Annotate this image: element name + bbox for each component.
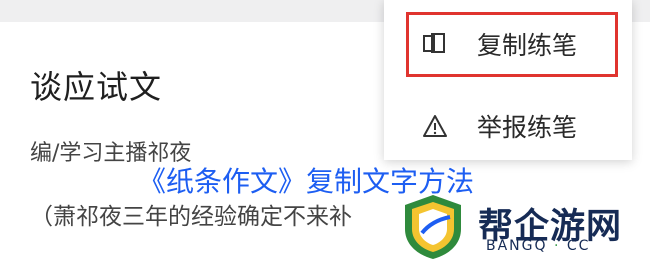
document-title: 谈应试文 [30,68,163,106]
warning-icon [423,115,447,137]
copy-highlight-box [406,12,618,77]
document-excerpt: （萧祁夜三年的经验确定不来补 [30,204,352,230]
watermark-domain-left: BANGQ [486,238,548,254]
watermark-domain: BANGQ · CC [486,238,590,254]
menu-item-report[interactable]: 举报练笔 [384,92,632,158]
watermark-domain-dot: · [553,238,561,254]
logo-shield-icon [405,195,461,259]
watermark-domain-right: CC [566,238,591,254]
menu-item-report-label: 举报练笔 [477,113,578,142]
